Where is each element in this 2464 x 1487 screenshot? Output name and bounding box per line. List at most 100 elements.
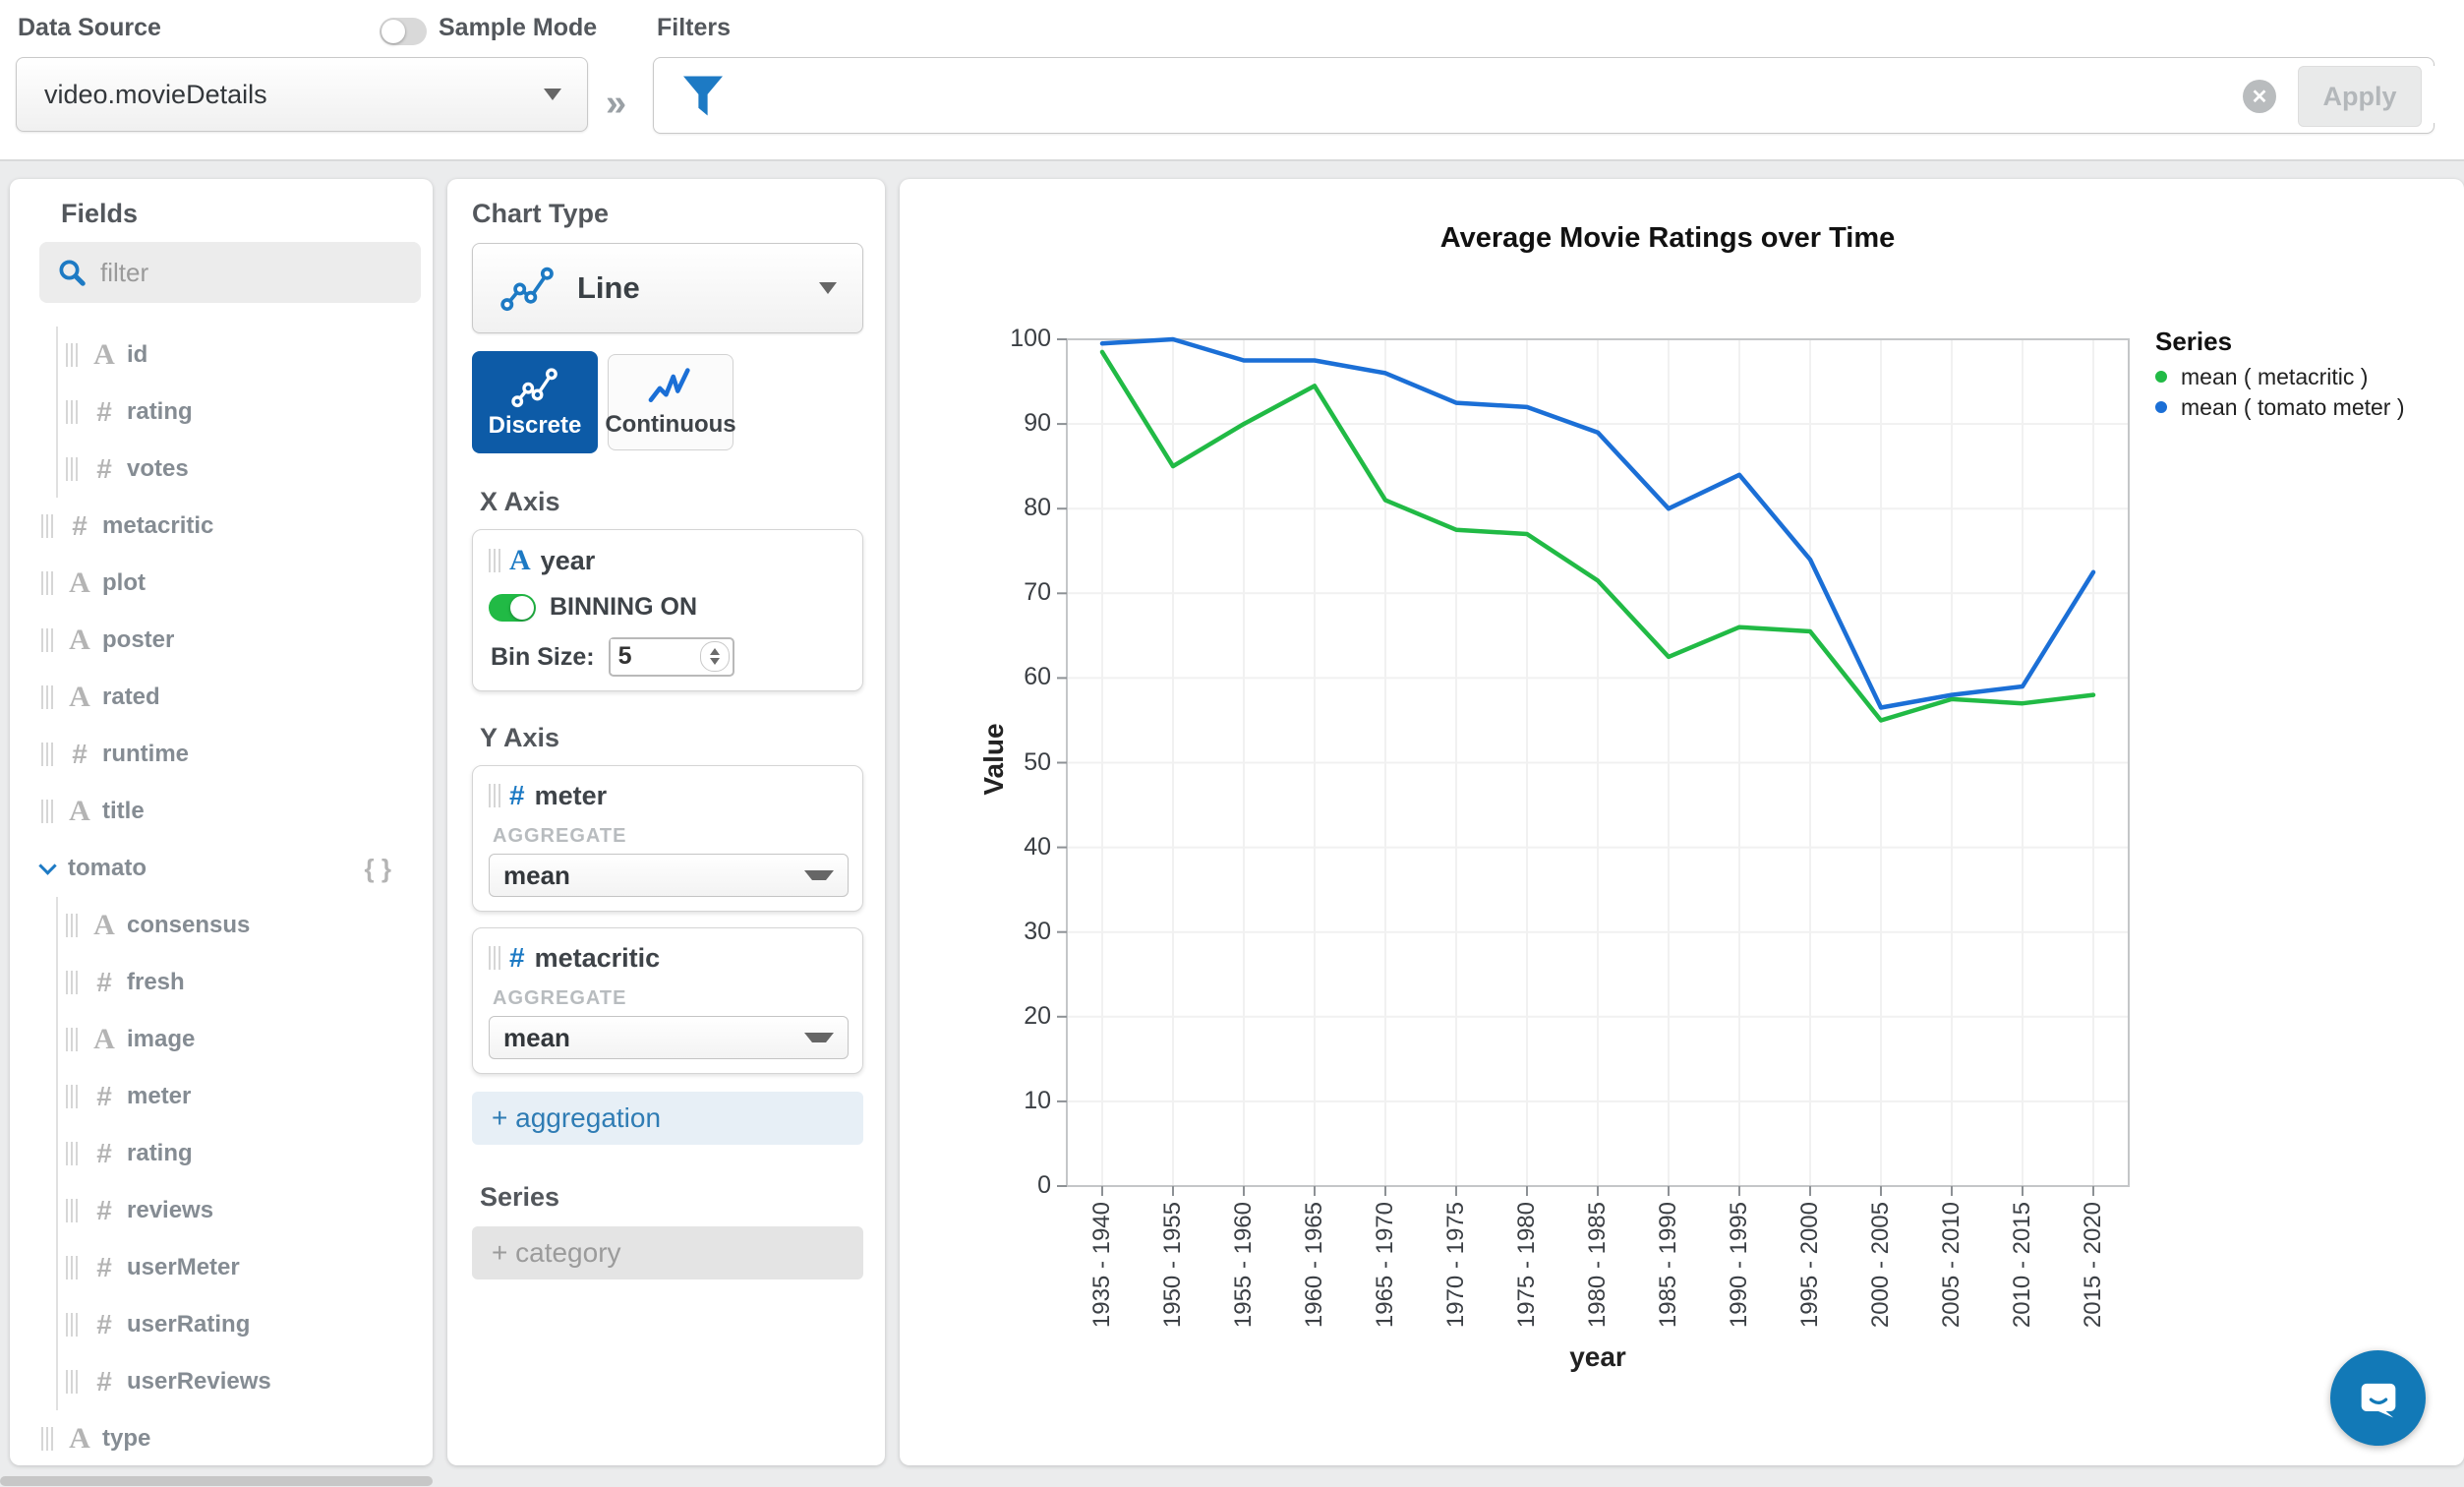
- y-tick-label: 100: [978, 325, 1051, 353]
- aggregate-select-metacritic[interactable]: mean: [489, 1016, 849, 1059]
- field-label: rating: [127, 398, 193, 426]
- add-aggregation-button[interactable]: + aggregation: [472, 1092, 863, 1145]
- number-type-icon: #: [88, 1081, 121, 1112]
- field-label: metacritic: [102, 512, 213, 540]
- data-source-select[interactable]: video.movieDetails: [16, 57, 588, 132]
- y-tick-label: 10: [978, 1087, 1051, 1115]
- y-axis-label: Y Axis: [480, 723, 860, 753]
- y-tick-label: 30: [978, 918, 1051, 946]
- data-source-label: Data Source: [18, 14, 161, 42]
- field-item-consensus[interactable]: Aconsensus: [58, 897, 433, 954]
- number-type-icon: #: [88, 1138, 121, 1169]
- chart-type-select[interactable]: Line: [472, 243, 863, 333]
- field-item-fresh[interactable]: #fresh: [58, 954, 433, 1011]
- y-axis-card-meter[interactable]: # meter AGGREGATE mean: [472, 765, 863, 912]
- drag-handle-icon: [489, 549, 501, 572]
- horizontal-scrollbar[interactable]: [0, 1476, 433, 1486]
- continuous-line-icon: [646, 366, 695, 407]
- field-item-runtime[interactable]: #runtime: [10, 726, 433, 783]
- drag-handle-icon: [66, 457, 79, 481]
- drag-handle-icon: [41, 743, 54, 766]
- field-item-metacritic[interactable]: #metacritic: [10, 498, 433, 555]
- x-tick-label: 1970 - 1975: [1442, 1202, 1470, 1328]
- field-label: reviews: [127, 1197, 213, 1224]
- continuous-label: Continuous: [605, 411, 735, 439]
- field-item-type[interactable]: Atype: [10, 1410, 433, 1465]
- apply-button[interactable]: Apply: [2298, 66, 2422, 127]
- line-chart-icon: [500, 265, 556, 312]
- field-item-plot[interactable]: Aplot: [10, 555, 433, 612]
- filters-label: Filters: [657, 14, 731, 42]
- field-item-image[interactable]: Aimage: [58, 1011, 433, 1068]
- field-group: Aconsensus#freshAimage#meter#rating#revi…: [56, 897, 433, 1410]
- string-type-icon: A: [63, 566, 96, 600]
- field-item-userRating[interactable]: #userRating: [58, 1296, 433, 1353]
- drag-handle-icon: [489, 784, 501, 807]
- chevron-down-icon[interactable]: [38, 857, 56, 874]
- step-down-icon[interactable]: [710, 658, 720, 665]
- string-type-icon: A: [509, 544, 531, 577]
- continuous-button[interactable]: Continuous: [608, 354, 733, 450]
- field-item-userMeter[interactable]: #userMeter: [58, 1239, 433, 1296]
- discrete-label: Discrete: [489, 412, 582, 440]
- x-field-name: year: [541, 546, 596, 576]
- series-label: Series: [480, 1182, 860, 1213]
- drag-handle-icon: [489, 946, 501, 970]
- legend-ring-icon: [2155, 371, 2167, 383]
- field-item-rating[interactable]: #rating: [58, 384, 433, 441]
- chevron-down-icon: [544, 89, 561, 100]
- binning-toggle[interactable]: [489, 594, 536, 622]
- discrete-button[interactable]: Discrete: [472, 351, 598, 453]
- sample-mode-toggle[interactable]: [380, 18, 427, 45]
- string-type-icon: A: [88, 1023, 121, 1056]
- x-axis-label: X Axis: [480, 487, 860, 517]
- field-item-id[interactable]: Aid: [58, 327, 433, 384]
- field-item-meter[interactable]: #meter: [58, 1068, 433, 1125]
- drag-handle-icon: [41, 628, 54, 652]
- step-up-icon[interactable]: [710, 648, 720, 655]
- field-label: fresh: [127, 969, 185, 996]
- x-axis-card[interactable]: A year BINNING ON Bin Size:: [472, 529, 863, 691]
- chart-legend: Series mean ( metacritic )mean ( tomato …: [2155, 327, 2405, 418]
- filters-input[interactable]: [772, 66, 2464, 123]
- number-type-icon: #: [63, 739, 96, 770]
- collapse-panel-icon[interactable]: »: [606, 83, 626, 125]
- field-item-rating[interactable]: #rating: [58, 1125, 433, 1182]
- number-stepper[interactable]: [700, 641, 730, 672]
- fields-filter-input[interactable]: [100, 258, 376, 288]
- x-tick-label: 1950 - 1955: [1159, 1202, 1187, 1328]
- field-item-tomato[interactable]: tomato{ }: [10, 840, 433, 897]
- field-label: userReviews: [127, 1368, 271, 1396]
- aggregate-label: AGGREGATE: [493, 825, 847, 848]
- aggregate-select-meter[interactable]: mean: [489, 854, 849, 897]
- x-axis-title: year: [1450, 1341, 1745, 1373]
- clear-filter-icon[interactable]: ✕: [2243, 80, 2276, 113]
- field-item-reviews[interactable]: #reviews: [58, 1182, 433, 1239]
- y-field-name: metacritic: [535, 943, 661, 974]
- field-item-userReviews[interactable]: #userReviews: [58, 1353, 433, 1410]
- field-label: id: [127, 341, 147, 369]
- discrete-line-icon: [509, 365, 560, 408]
- x-tick-label: 1990 - 1995: [1726, 1202, 1753, 1328]
- y-axis-card-metacritic[interactable]: # metacritic AGGREGATE mean: [472, 927, 863, 1074]
- field-item-poster[interactable]: Aposter: [10, 612, 433, 669]
- drag-handle-icon: [66, 1142, 79, 1165]
- field-item-rated[interactable]: Arated: [10, 669, 433, 726]
- chat-bubble-button[interactable]: [2330, 1350, 2426, 1446]
- add-category-button[interactable]: + category: [472, 1226, 863, 1279]
- field-label: rating: [127, 1140, 193, 1167]
- number-type-icon: #: [88, 1366, 121, 1398]
- aggregate-value: mean: [490, 861, 570, 891]
- bin-size-input[interactable]: [611, 639, 689, 673]
- legend-title: Series: [2155, 327, 2405, 357]
- bin-size-field[interactable]: [609, 637, 734, 677]
- string-type-icon: A: [63, 624, 96, 657]
- field-item-title[interactable]: Atitle: [10, 783, 433, 840]
- x-tick-label: 1985 - 1990: [1655, 1202, 1682, 1328]
- x-tick-label: 1955 - 1960: [1230, 1202, 1258, 1328]
- fields-filter-box[interactable]: [39, 242, 421, 303]
- drag-handle-icon: [41, 800, 54, 823]
- aggregate-label: AGGREGATE: [493, 987, 847, 1010]
- field-item-votes[interactable]: #votes: [58, 441, 433, 498]
- y-tick-label: 90: [978, 409, 1051, 438]
